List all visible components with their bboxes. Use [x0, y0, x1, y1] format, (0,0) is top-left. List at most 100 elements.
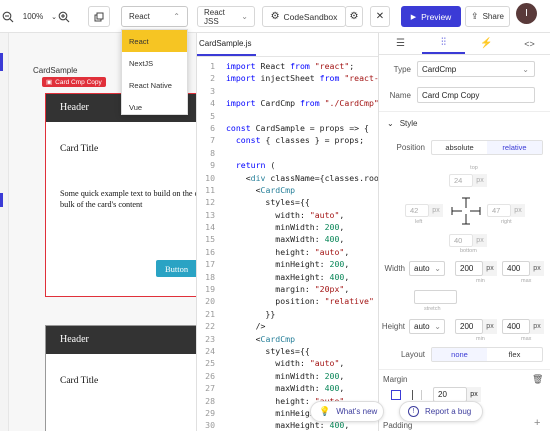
code-text: import injectSheet from "react-jss"; [226, 73, 378, 84]
styling-select[interactable]: React JSS ⌄ [197, 6, 255, 27]
position-option-absolute[interactable]: absolute [432, 141, 487, 154]
code-line[interactable]: 3 [197, 85, 378, 97]
editor-tab-cardsample[interactable]: CardSample.js [197, 39, 257, 56]
card-cmp-copy[interactable]: Header Card Title Some quick example tex… [45, 93, 197, 297]
plus-icon[interactable]: + [534, 417, 540, 429]
margin-value: 20 [433, 387, 467, 402]
bottom-label: bottom [460, 248, 477, 254]
margin-all-icon[interactable] [391, 390, 401, 400]
card-cmp[interactable]: Header Card Title [45, 325, 197, 431]
framework-option-react[interactable]: React [122, 30, 187, 52]
code-line[interactable]: 15 maxWidth: 400, [197, 233, 378, 245]
left-input[interactable]: 42 px [405, 204, 447, 217]
margin-input[interactable]: 20 px [433, 387, 483, 402]
code-text: minWidth: 200, [226, 222, 345, 233]
framework-option-nextjs[interactable]: NextJS [122, 52, 187, 74]
code-line[interactable]: 12 styles={{ [197, 196, 378, 208]
settings-button[interactable]: ⚙ [345, 6, 363, 27]
position-option-relative[interactable]: relative [487, 141, 542, 154]
report-bug-button[interactable]: ! Report a bug [399, 401, 483, 422]
code-text: return ( [235, 160, 276, 171]
style-label: Style [399, 119, 418, 128]
width-mode-value: auto [414, 264, 430, 273]
code-line[interactable]: 17 minHeight: 200, [197, 258, 378, 270]
zoom-level[interactable]: 100% [17, 6, 49, 27]
code-line[interactable]: 21 }} [197, 308, 378, 320]
line-number: 13 [205, 209, 215, 220]
code-line[interactable]: 22 /> [197, 320, 378, 332]
style-section-header[interactable]: ⌄ Style [379, 119, 550, 128]
whats-new-button[interactable]: 💡 What's new [310, 401, 384, 422]
tab-styles[interactable]: ⫶⫶ [422, 33, 465, 54]
bottom-input[interactable]: 40 px [449, 234, 491, 247]
code-editor[interactable]: CardSample.js 1 import React from "react"… [196, 33, 378, 431]
code-line[interactable]: 1 import React from "react"; [197, 60, 378, 72]
codesandbox-button[interactable]: ⚙ CodeSandbox [262, 6, 346, 27]
lightning-icon: ⚡ [480, 38, 493, 49]
lightbulb-icon: 💡 [319, 406, 331, 416]
card-title: Card Title [60, 144, 99, 154]
padding-header: Padding [379, 421, 550, 430]
line-number: 27 [205, 383, 215, 394]
padding-label: Padding [383, 421, 413, 430]
code-line[interactable]: 14 minWidth: 200, [197, 221, 378, 233]
right-input[interactable]: 47 px [487, 204, 529, 217]
code-line[interactable]: 10 <div className={classes.root}> [197, 172, 378, 184]
card-button[interactable]: Button [156, 260, 197, 277]
avatar[interactable]: I [516, 3, 537, 24]
chevron-down-icon: ⌄ [387, 119, 394, 128]
divider [379, 111, 550, 112]
layout-option-none[interactable]: none [432, 348, 487, 361]
trash-icon[interactable]: 🗑 [532, 374, 543, 385]
code-line[interactable]: 20 position: "relative" [197, 295, 378, 307]
code-line[interactable]: 11 <CardCmp [197, 184, 378, 196]
width-mode-select[interactable]: auto ⌄ [409, 261, 445, 276]
height-max-input[interactable]: 400 px [502, 319, 546, 334]
code-line[interactable]: 19 margin: "20px", [197, 283, 378, 295]
framework-option-react-native[interactable]: React Native [122, 74, 187, 96]
tab-layers[interactable]: ☰ [379, 33, 422, 54]
code-line[interactable]: 7 const { classes } = props; [197, 134, 378, 146]
code-line[interactable]: 25 width: "auto", [197, 357, 378, 369]
width-min-input[interactable]: 200 px [455, 261, 499, 276]
share-button[interactable]: ⇪ Share [465, 6, 510, 27]
panel-tabs: ☰ ⫶⫶ ⚡ <> [379, 33, 550, 55]
code-line[interactable]: 27 maxWidth: 400, [197, 382, 378, 394]
code-area[interactable]: 1 import React from "react"; 2 import injec… [197, 57, 378, 431]
code-line[interactable]: 13 width: "auto", [197, 209, 378, 221]
copy-icon-button[interactable] [88, 6, 110, 27]
height-row: Height auto ⌄ 200 px 400 px [379, 319, 550, 334]
top-input[interactable]: 24 px [449, 174, 491, 187]
type-select[interactable]: CardCmp ⌄ [417, 61, 535, 77]
code-line[interactable]: 6 const CardSample = props => { [197, 122, 378, 134]
code-line[interactable]: 2 import injectSheet from "react-jss"; [197, 72, 378, 84]
width-min-unit: px [483, 261, 497, 276]
height-min-input[interactable]: 200 px [455, 319, 499, 334]
framework-select[interactable]: React ⌃ [121, 6, 188, 27]
width-max-input[interactable]: 400 px [502, 261, 546, 276]
close-button[interactable]: ✕ [370, 6, 390, 27]
properties-panel: ☰ ⫶⫶ ⚡ <> Type CardCmp ⌄ Name Card Cmp C… [378, 33, 550, 431]
code-line[interactable]: 26 minWidth: 200, [197, 370, 378, 382]
zoom-out-icon[interactable] [0, 6, 16, 27]
margin-sides-icon[interactable] [412, 390, 422, 400]
code-line[interactable]: 8 [197, 147, 378, 159]
code-line[interactable]: 4 import CardCmp from "./CardCmp"; [197, 97, 378, 109]
layout-option-flex[interactable]: flex [487, 348, 542, 361]
zoom-in-icon[interactable] [56, 6, 72, 27]
code-line[interactable]: 5 [197, 110, 378, 122]
framework-option-vue[interactable]: Vue [122, 96, 187, 118]
code-line[interactable]: 18 maxHeight: 400, [197, 271, 378, 283]
stretch-toggle[interactable] [414, 290, 457, 304]
code-line[interactable]: 24 styles={{ [197, 345, 378, 357]
tab-actions[interactable]: ⚡ [465, 33, 508, 54]
name-input[interactable]: Card Cmp Copy [417, 87, 535, 103]
tab-code[interactable]: <> [508, 33, 550, 54]
height-mode-select[interactable]: auto ⌄ [409, 319, 445, 334]
code-line[interactable]: 16 height: "auto", [197, 246, 378, 258]
line-number: 8 [210, 147, 215, 158]
code-line[interactable]: 9 return ( [197, 159, 378, 171]
preview-button[interactable]: ▶ Preview [401, 6, 461, 27]
code-line[interactable]: 23 <CardCmp [197, 333, 378, 345]
